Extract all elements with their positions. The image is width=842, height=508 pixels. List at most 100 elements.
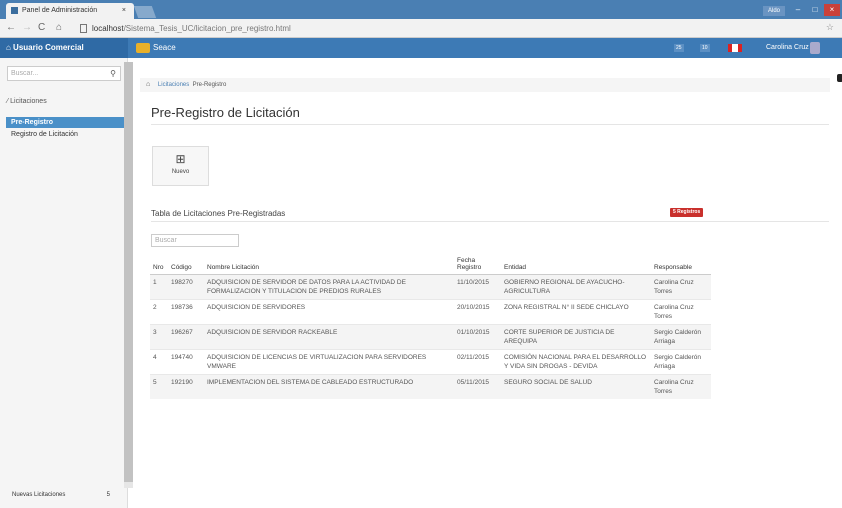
url-path: /Sistema_Tesis_UC/licitacion_pre_registr… <box>123 24 291 33</box>
breadcrumb-current: Pre-Registro <box>192 82 227 88</box>
cell-responsable: Sergio Calderón Arriaga <box>651 324 711 350</box>
url-field[interactable]: localhost/Sistema_Tesis_UC/licitacion_pr… <box>80 22 820 35</box>
url-host: localhost <box>92 24 124 33</box>
cell-responsable: Carolina Cruz Torres <box>651 374 711 399</box>
cell-nombre: ADQUISICION DE SERVIDOR DE DATOS PARA LA… <box>204 274 454 300</box>
cell-responsable: Carolina Cruz Torres <box>651 274 711 300</box>
page-title: Pre-Registro de Licitación <box>151 105 300 120</box>
table-row[interactable]: 5 192190 IMPLEMENTACION DEL SISTEMA DE C… <box>150 374 711 399</box>
cell-fecha: 05/11/2015 <box>454 374 501 399</box>
cell-codigo: 198736 <box>168 299 204 325</box>
close-window-button[interactable]: × <box>824 4 840 16</box>
registros-badge: 5 Registros <box>670 208 704 217</box>
cell-responsable: Carolina Cruz Torres <box>651 299 711 325</box>
cell-fecha: 20/10/2015 <box>454 299 501 325</box>
main-content: ⌂ Licitaciones Pre-Registro Pre-Registro… <box>140 58 842 508</box>
notifications-badge[interactable]: 10 <box>700 44 710 52</box>
browser-user-badge[interactable]: Aldo <box>763 6 785 16</box>
brand-label[interactable]: ⌂ Usuario Comercial <box>0 38 128 58</box>
user-name[interactable]: Carolina Cruz <box>766 38 809 58</box>
cell-nombre: ADQUISICION DE LICENCIAS DE VIRTUALIZACI… <box>204 349 454 375</box>
table-row[interactable]: 1 198270 ADQUISICION DE SERVIDOR DE DATO… <box>150 274 711 300</box>
minimize-button[interactable]: – <box>790 4 806 16</box>
cell-entidad: ZONA REGISTRAL N° II SEDE CHICLAYO <box>501 299 651 325</box>
cell-nombre: IMPLEMENTACION DEL SISTEMA DE CABLEADO E… <box>204 374 454 399</box>
cell-nombre: ADQUISICION DE SERVIDOR RACKEABLE <box>204 324 454 350</box>
sidebar-search-input[interactable]: Buscar... ⚲ <box>7 66 121 81</box>
table-row[interactable]: 4 194740 ADQUISICION DE LICENCIAS DE VIR… <box>150 349 711 375</box>
cell-fecha: 02/11/2015 <box>454 349 501 375</box>
tab-title: Panel de Administración <box>22 7 98 14</box>
cell-entidad: COMISIÓN NACIONAL PARA EL DESARROLLO Y V… <box>501 349 651 375</box>
divider <box>151 221 829 222</box>
breadcrumb-licitaciones[interactable]: Licitaciones <box>158 82 189 88</box>
sidebar-item-pre-registro[interactable]: Pre-Registro <box>6 117 124 128</box>
home-icon[interactable]: ⌂ <box>56 22 62 33</box>
cell-entidad: CORTE SUPERIOR DE JUSTICIA DE AREQUIPA <box>501 324 651 350</box>
sidebar-section-licitaciones[interactable]: ⁄ Licitaciones <box>7 98 47 105</box>
cell-codigo: 198270 <box>168 274 204 300</box>
reload-icon[interactable]: C <box>38 22 45 33</box>
sidebar-section-label: Licitaciones <box>10 98 47 105</box>
maximize-button[interactable]: □ <box>807 4 823 16</box>
tab-close-icon[interactable]: × <box>122 7 126 14</box>
cell-nombre: ADQUISICION DE SERVIDORES <box>204 299 454 325</box>
table-row[interactable]: 3 196267 ADQUISICION DE SERVIDOR RACKEAB… <box>150 324 711 350</box>
app-topbar: ⌂ Usuario Comercial Seace 25 10 Carolina… <box>0 38 842 58</box>
cell-entidad: GOBIERNO REGIONAL DE AYACUCHO-AGRICULTUR… <box>501 274 651 300</box>
col-nro[interactable]: Nro <box>150 254 168 275</box>
sidebar-item-registro-licitacion[interactable]: Registro de Licitación <box>6 129 124 140</box>
page-icon <box>80 24 87 33</box>
sidebar: Buscar... ⚲ ⁄ Licitaciones Pre-Registro … <box>0 58 128 508</box>
cell-responsable: Sergio Calderón Arriaga <box>651 349 711 375</box>
sidebar-search-placeholder: Buscar... <box>11 70 39 77</box>
folder-icon: ⁄ <box>7 98 9 105</box>
cell-nro: 5 <box>150 374 168 399</box>
cell-nro: 1 <box>150 274 168 300</box>
cell-entidad: SEGURO SOCIAL DE SALUD <box>501 374 651 399</box>
cell-codigo: 192190 <box>168 374 204 399</box>
scrollbar-thumb[interactable] <box>124 62 133 482</box>
avatar[interactable] <box>810 42 820 54</box>
seace-label[interactable]: Seace <box>153 38 176 58</box>
home-icon[interactable]: ⌂ <box>146 81 150 88</box>
cell-codigo: 196267 <box>168 324 204 350</box>
divider <box>151 124 829 125</box>
cell-nro: 2 <box>150 299 168 325</box>
col-nombre[interactable]: Nombre Licitación <box>204 254 454 275</box>
cell-nro: 4 <box>150 349 168 375</box>
add-file-icon: ⊞ <box>175 152 186 166</box>
cell-nro: 3 <box>150 324 168 350</box>
cell-fecha: 01/10/2015 <box>454 324 501 350</box>
flag-icon[interactable] <box>728 44 742 52</box>
breadcrumb: ⌂ Licitaciones Pre-Registro <box>140 78 830 92</box>
licitaciones-table: Nro Código Nombre Licitación Fecha Regis… <box>150 254 711 399</box>
settings-icon[interactable] <box>837 74 842 82</box>
bookmark-star-icon[interactable]: ☆ <box>826 22 834 33</box>
sidebar-footer[interactable]: Nuevas Licitaciones 5 <box>6 490 116 501</box>
back-icon[interactable]: ← <box>6 22 16 33</box>
nuevo-label: Nuevo <box>171 169 190 175</box>
footer-count: 5 <box>106 492 110 498</box>
table-title: Tabla de Licitaciones Pre-Registradas <box>151 209 286 218</box>
search-icon[interactable]: ⚲ <box>110 67 116 80</box>
col-codigo[interactable]: Código <box>168 254 204 275</box>
browser-tabstrip: Panel de Administración × Aldo – □ × <box>0 0 842 19</box>
messages-badge[interactable]: 25 <box>674 44 684 52</box>
footer-label: Nuevas Licitaciones <box>12 492 66 498</box>
table-search-input[interactable]: Buscar <box>151 234 239 247</box>
new-tab-button[interactable] <box>133 6 157 18</box>
nuevo-button[interactable]: ⊞ Nuevo <box>152 146 209 186</box>
forward-icon[interactable]: → <box>22 22 32 33</box>
favicon-icon <box>11 7 18 14</box>
table-row[interactable]: 2 198736 ADQUISICION DE SERVIDORES 20/10… <box>150 299 711 325</box>
col-fecha[interactable]: Fecha Registro <box>454 254 501 275</box>
address-bar-row: ← → C ⌂ localhost/Sistema_Tesis_UC/licit… <box>0 19 842 38</box>
browser-tab[interactable]: Panel de Administración × <box>6 3 134 19</box>
cell-fecha: 11/10/2015 <box>454 274 501 300</box>
table-header-row: Nro Código Nombre Licitación Fecha Regis… <box>150 254 711 275</box>
seace-logo-icon <box>136 43 150 53</box>
col-entidad[interactable]: Entidad <box>501 254 651 275</box>
col-responsable[interactable]: Responsable <box>651 254 711 275</box>
cell-codigo: 194740 <box>168 349 204 375</box>
